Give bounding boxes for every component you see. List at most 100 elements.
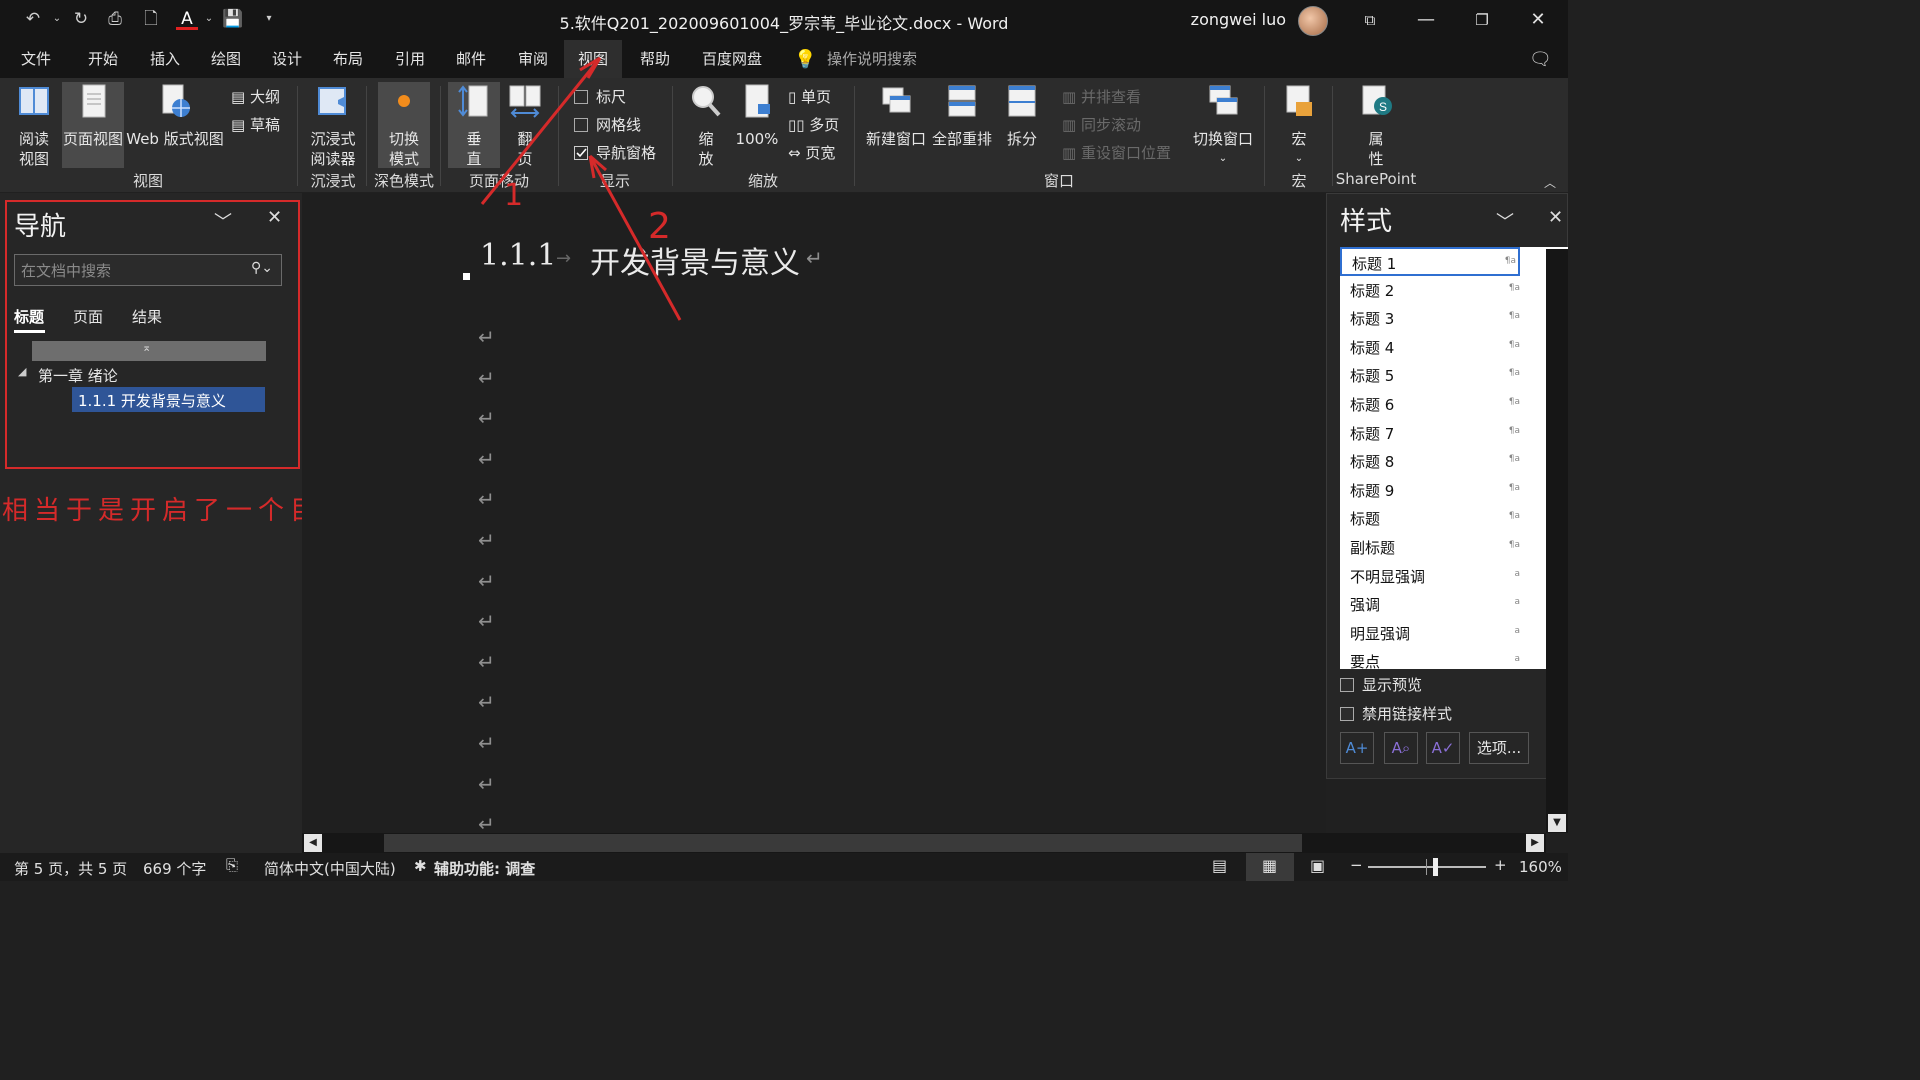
zoom-slider[interactable] <box>1368 866 1486 868</box>
horizontal-scroll-thumb[interactable] <box>384 834 1302 852</box>
properties-button[interactable]: S 属 性 <box>1348 82 1404 168</box>
word-count[interactable]: 669 个字 <box>143 858 206 879</box>
paragraph-mark[interactable]: ↵ <box>478 772 495 796</box>
style-item-heading-9[interactable]: 标题 9 ¶a <box>1340 476 1568 505</box>
collapse-ribbon-icon[interactable]: ︿ <box>1544 174 1556 191</box>
proofing-icon[interactable]: ⎘ <box>226 856 238 874</box>
switch-windows-button[interactable]: 切换窗口 ⌄ <box>1188 82 1258 168</box>
style-item-emphasis[interactable]: 强调 a <box>1340 590 1568 619</box>
zoom-in-icon[interactable]: + <box>1494 856 1507 874</box>
heading-text[interactable]: 开发背景与意义 <box>590 238 800 282</box>
tab-file[interactable]: 文件 <box>7 40 65 78</box>
disable-linked-styles-checkbox[interactable]: 禁用链接样式 <box>1340 703 1452 724</box>
tab-review[interactable]: 审阅 <box>504 40 562 78</box>
gridlines-checkbox[interactable]: 网格线 <box>574 114 641 135</box>
tab-design[interactable]: 设计 <box>258 40 316 78</box>
style-item-heading-4[interactable]: 标题 4 ¶a <box>1340 333 1568 362</box>
tab-layout[interactable]: 布局 <box>319 40 377 78</box>
manage-styles-icon[interactable]: A✓ <box>1426 732 1460 764</box>
page-width-button[interactable]: ⇔ 页宽 <box>788 142 835 163</box>
tab-help[interactable]: 帮助 <box>626 40 684 78</box>
restore-icon[interactable]: ❐ <box>1454 0 1510 40</box>
accessibility-status[interactable]: 辅助功能: 调查 <box>434 858 535 879</box>
immersive-reader-button[interactable]: 沉浸式 阅读器 <box>304 82 362 168</box>
print-layout-button[interactable]: 页面视图 <box>62 82 124 168</box>
avatar[interactable] <box>1298 6 1328 36</box>
tab-draw[interactable]: 绘图 <box>197 40 255 78</box>
style-item-heading-8[interactable]: 标题 8 ¶a <box>1340 447 1568 476</box>
macros-button[interactable]: 宏 ⌄ <box>1274 82 1324 168</box>
redo-icon[interactable]: ↻ <box>70 8 92 30</box>
horizontal-scrollbar[interactable]: ◀ ▶ <box>302 833 1546 853</box>
zoom-slider-thumb[interactable] <box>1433 858 1438 876</box>
web-layout-button[interactable]: Web 版式视图 <box>126 82 224 168</box>
zoom-button[interactable]: 缩 放 <box>682 82 730 168</box>
style-item-heading-1[interactable]: 标题 1 ¶a <box>1340 247 1520 276</box>
one-page-button[interactable]: ▯ 单页 <box>788 86 831 107</box>
options-button[interactable]: 选项... <box>1469 732 1529 764</box>
style-item-heading-2[interactable]: 标题 2 ¶a <box>1340 276 1568 305</box>
undo-dropdown-icon[interactable]: ⌄ <box>46 8 68 30</box>
paragraph-mark[interactable]: ↵ <box>478 366 495 390</box>
paragraph-mark[interactable]: ↵ <box>478 569 495 593</box>
scroll-down-icon[interactable]: ▼ <box>1548 814 1566 832</box>
new-window-button[interactable]: 新建窗口 <box>864 82 928 168</box>
split-button[interactable]: 拆分 <box>998 82 1046 168</box>
ruler-checkbox[interactable]: 标尺 <box>574 86 626 107</box>
scroll-left-icon[interactable]: ◀ <box>304 834 322 852</box>
heading-number[interactable]: 1.1.1 <box>480 238 556 273</box>
minimize-icon[interactable]: — <box>1398 0 1454 40</box>
tab-references[interactable]: 引用 <box>381 40 439 78</box>
paragraph-mark[interactable]: ↵ <box>478 609 495 633</box>
zoom-out-icon[interactable]: − <box>1350 856 1363 874</box>
tab-mailings[interactable]: 邮件 <box>442 40 500 78</box>
tab-baidu-netdisk[interactable]: 百度网盘 <box>688 40 776 78</box>
close-icon[interactable]: ✕ <box>1548 207 1563 228</box>
tab-insert[interactable]: 插入 <box>136 40 194 78</box>
side-to-side-button[interactable]: 翻 页 <box>502 82 548 168</box>
new-style-icon[interactable]: A+ <box>1340 732 1374 764</box>
customize-quick-access-icon[interactable]: ▾ <box>258 8 280 30</box>
paragraph-mark[interactable]: ↵ <box>478 528 495 552</box>
save-icon[interactable]: 💾 <box>222 8 244 30</box>
style-item-subtle-emphasis[interactable]: 不明显强调 a <box>1340 562 1568 591</box>
tell-me-search[interactable]: 操作说明搜索 <box>813 40 931 78</box>
web-layout-view-icon[interactable]: ▣ <box>1310 856 1325 875</box>
page-count[interactable]: 第 5 页，共 5 页 <box>14 858 127 879</box>
draft-button[interactable]: ▤ 草稿 <box>231 114 280 135</box>
scroll-right-icon[interactable]: ▶ <box>1526 834 1544 852</box>
print-preview-icon[interactable]: ⎙ <box>104 8 126 30</box>
font-color-icon[interactable]: A <box>176 8 198 30</box>
comments-icon[interactable]: 🗨 <box>1529 49 1552 70</box>
navigation-pane-checkbox[interactable]: 导航窗格 <box>574 142 656 163</box>
vertical-scrollbar[interactable] <box>1546 249 1568 833</box>
vertical-button[interactable]: 垂 直 <box>448 82 500 168</box>
chevron-down-icon[interactable]: ﹀ <box>1496 208 1514 234</box>
multiple-pages-button[interactable]: ▯▯ 多页 <box>788 114 839 135</box>
style-item-strong[interactable]: 要点 a <box>1340 647 1568 669</box>
font-color-dropdown-icon[interactable]: ⌄ <box>198 8 220 30</box>
paragraph-mark[interactable]: ↵ <box>478 487 495 511</box>
style-inspector-icon[interactable]: A⌕ <box>1384 732 1418 764</box>
synchronous-scrolling-button[interactable]: ▥ 同步滚动 <box>1062 114 1141 135</box>
view-side-by-side-button[interactable]: ▥ 并排查看 <box>1062 86 1141 107</box>
reset-window-position-button[interactable]: ▥ 重设窗口位置 <box>1062 142 1171 163</box>
paragraph-mark[interactable]: ↵ <box>478 325 495 349</box>
new-document-icon[interactable]: 🗋 <box>140 8 162 30</box>
switch-modes-button[interactable]: 切换 模式 <box>378 82 430 168</box>
tab-view[interactable]: 视图 <box>564 40 623 78</box>
paragraph-mark[interactable]: ↵ <box>478 690 495 714</box>
language[interactable]: 简体中文(中国大陆) <box>264 858 396 879</box>
paragraph-mark[interactable]: ↵ <box>478 731 495 755</box>
arrange-all-button[interactable]: 全部重排 <box>930 82 994 168</box>
zoom-level[interactable]: 160% <box>1519 858 1562 876</box>
ribbon-display-options-icon[interactable]: ⧉ <box>1342 0 1398 40</box>
style-item-intense-emphasis[interactable]: 明显强调 a <box>1340 619 1568 648</box>
outline-button[interactable]: ▤ 大纲 <box>231 86 280 107</box>
style-item-heading-7[interactable]: 标题 7 ¶a <box>1340 419 1568 448</box>
style-item-subtitle[interactable]: 副标题 ¶a <box>1340 533 1568 562</box>
zoom-100-button[interactable]: 100% <box>732 82 782 168</box>
style-item-heading-6[interactable]: 标题 6 ¶a <box>1340 390 1568 419</box>
read-mode-view-icon[interactable]: ▤ <box>1212 856 1227 875</box>
paragraph-mark[interactable]: ↵ <box>478 650 495 674</box>
